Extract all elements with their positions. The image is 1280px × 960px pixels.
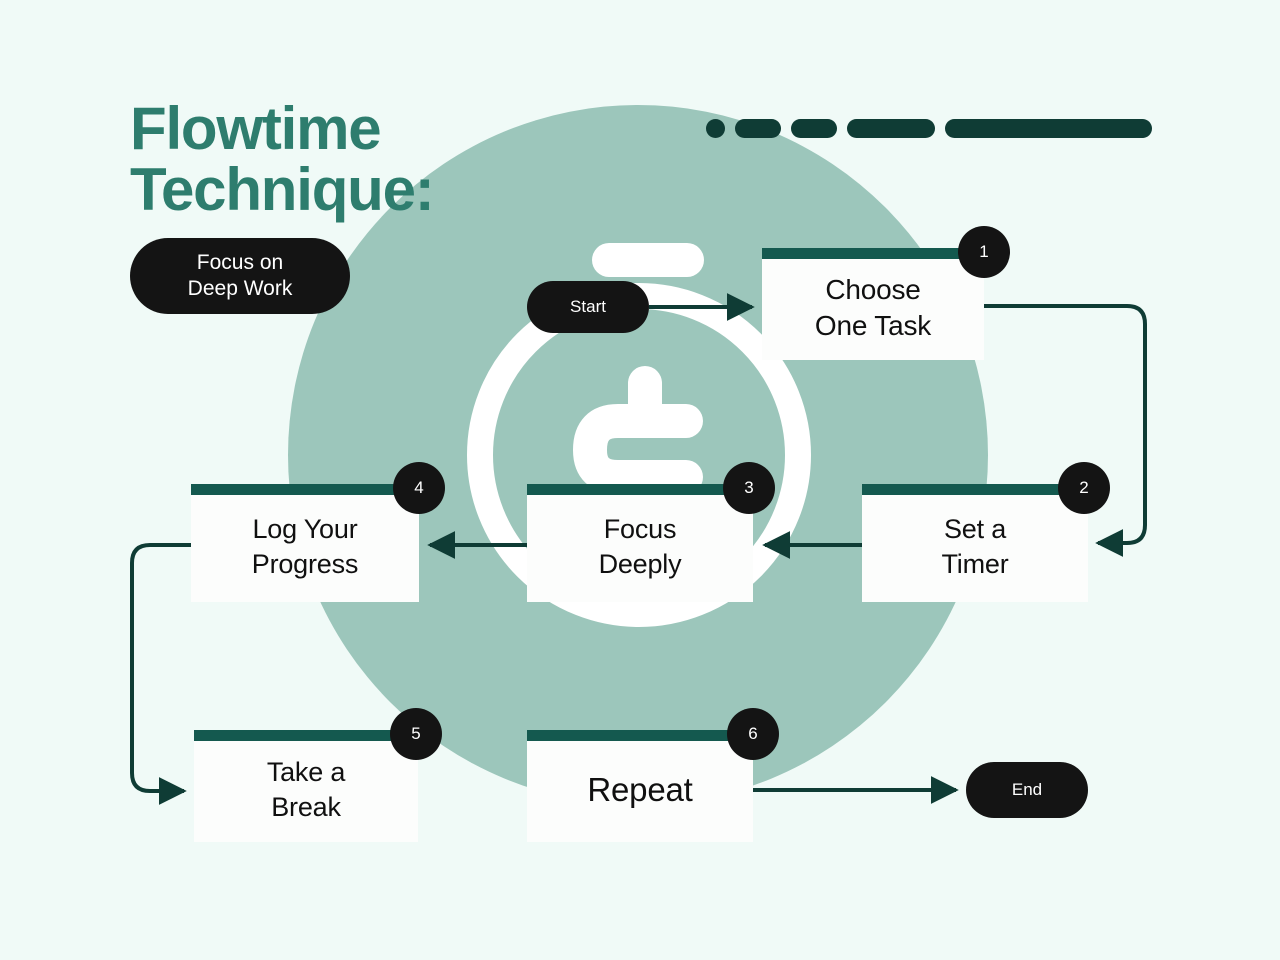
step-4-number-badge: 4 [393,462,445,514]
dash-3 [791,119,837,138]
step-1-label: Choose One Task [814,273,932,341]
step-box-5[interactable]: Take a Break 5 [194,708,442,842]
start-node[interactable]: Start [527,281,649,333]
step-6-top-bar [527,730,753,741]
dash-2 [735,119,781,138]
step-1-top-bar [762,248,984,259]
connector-step4-to-step5 [130,543,191,805]
step-3-number-badge: 3 [723,462,775,514]
step-4-top-bar [191,484,419,495]
page-title: Flowtime Technique: [130,95,435,224]
step-6-label: Repeat [587,770,693,808]
step-box-3[interactable]: Focus Deeply 3 [527,462,775,602]
step-1-number-badge: 1 [958,226,1010,278]
step-5-label: Take a Break [266,756,346,822]
step-2-label: Set a Timer [941,513,1009,579]
step-4-label: Log Your Progress [251,513,359,579]
infographic-canvas: Flowtime Technique: Focus on Deep Work S… [0,0,1280,960]
dash-1 [706,119,725,138]
step-box-4[interactable]: Log Your Progress 4 [191,462,445,602]
step-2-top-bar [862,484,1088,495]
step-3-label: Focus Deeply [598,513,682,579]
decorative-dash-row [706,119,1152,138]
step-5-number-badge: 5 [390,708,442,760]
step-6-number-badge: 6 [727,708,779,760]
step-5-top-bar [194,730,418,741]
step-box-1[interactable]: Choose One Task 1 [762,226,1010,360]
subtitle-badge: Focus on Deep Work [130,238,350,314]
step-2-number-badge: 2 [1058,462,1110,514]
dash-4 [847,119,935,138]
end-node[interactable]: End [966,762,1088,818]
step-3-top-bar [527,484,753,495]
step-box-2[interactable]: Set a Timer 2 [862,462,1110,602]
dash-5 [945,119,1152,138]
stopwatch-crown-icon [592,243,704,277]
step-box-6[interactable]: Repeat 6 [527,708,779,842]
